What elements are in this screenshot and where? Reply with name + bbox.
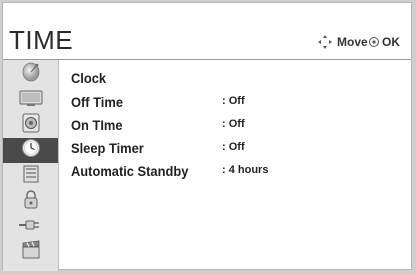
setting-value: : Off: [222, 95, 245, 107]
setting-label: Automatic Standby: [71, 163, 189, 179]
sidebar-item-time[interactable]: [3, 138, 58, 163]
sidebar-item-security[interactable]: [3, 189, 58, 214]
page-title: TIME: [9, 25, 74, 55]
move-hint: Move: [317, 33, 368, 51]
setting-label: On TIme: [71, 117, 123, 133]
sidebar-item-input[interactable]: [3, 215, 58, 240]
padlock-icon: [19, 188, 43, 215]
setting-value: : Off: [222, 141, 245, 153]
speaker-icon: [19, 112, 43, 139]
lock-icon: [19, 163, 43, 190]
setting-row-on-time[interactable]: On TIme : Off: [59, 115, 399, 135]
sidebar-item-picture[interactable]: [3, 88, 58, 113]
sidebar-item-channel[interactable]: [3, 62, 58, 87]
move-hint-label: Move: [337, 35, 368, 49]
plug-cable-icon: [18, 215, 44, 240]
setting-value: : Off: [222, 118, 245, 130]
ok-hint: OK: [368, 33, 400, 51]
setting-label: Sleep Timer: [71, 140, 144, 156]
ok-button-icon: [368, 36, 380, 48]
category-sidebar: [3, 60, 59, 271]
setting-label: Off Time: [71, 94, 124, 110]
setting-row-clock[interactable]: Clock: [59, 68, 399, 88]
sidebar-item-media[interactable]: [3, 240, 58, 265]
sidebar-item-lock[interactable]: [3, 164, 58, 189]
setting-row-automatic-standby[interactable]: Automatic Standby : 4 hours: [59, 161, 399, 181]
tv-screen-icon: [18, 88, 44, 113]
navigation-arrows-icon: [317, 34, 333, 50]
setting-label: Clock: [71, 70, 107, 86]
setting-row-sleep-timer[interactable]: Sleep Timer : Off: [59, 138, 399, 158]
clapperboard-icon: [19, 239, 43, 266]
menu-header: TIME Move OK: [3, 3, 411, 59]
sidebar-item-audio[interactable]: [3, 113, 58, 138]
time-menu-panel: TIME Move OK Clock Off Time: Off On TIm…: [2, 2, 412, 271]
setting-value: : 4 hours: [222, 164, 269, 176]
clock-icon: [19, 137, 43, 164]
ok-hint-label: OK: [382, 35, 400, 49]
setting-row-off-time[interactable]: Off Time : Off: [59, 92, 399, 112]
satellite-dish-icon: [19, 61, 43, 88]
settings-list: Clock Off Time : Off On TIme : Off Sleep…: [59, 60, 411, 269]
